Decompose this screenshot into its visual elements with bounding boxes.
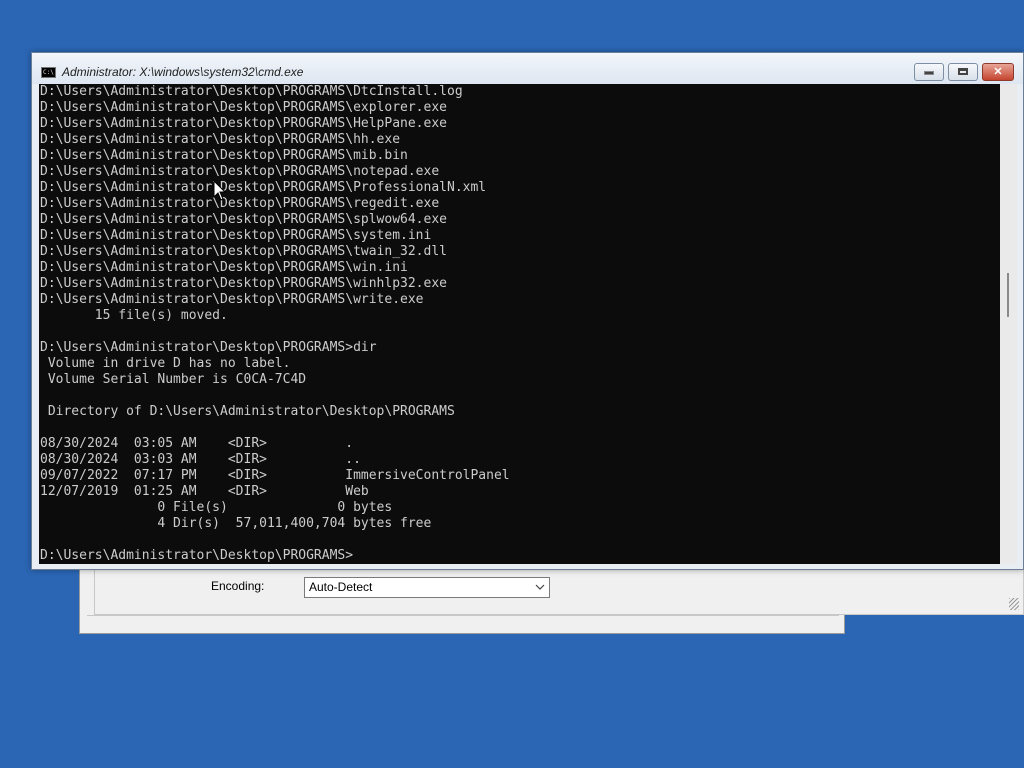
console-line: 4 Dir(s) 57,011,400,704 bytes free: [40, 516, 432, 531]
chevron-down-icon: [535, 578, 545, 604]
console-line: D:\Users\Administrator\Desktop\PROGRAMS\…: [40, 100, 447, 115]
minimize-button[interactable]: [914, 63, 944, 81]
console-line: 09/07/2022 07:17 PM <DIR> ImmersiveContr…: [40, 468, 510, 483]
resize-grip-icon[interactable]: [1009, 598, 1019, 610]
console-line: D:\Users\Administrator\Desktop\PROGRAMS>…: [40, 340, 377, 355]
console-line: D:\Users\Administrator\Desktop\PROGRAMS\…: [40, 148, 408, 163]
vertical-scrollbar[interactable]: [1000, 84, 1017, 564]
console-line: D:\Users\Administrator\Desktop\PROGRAMS\…: [40, 292, 424, 307]
console-line: Volume Serial Number is C0CA-7C4D: [40, 372, 307, 387]
close-button[interactable]: ✕: [982, 63, 1014, 81]
background-open-dialog: Encoding: Auto-Detect: [79, 566, 1024, 634]
scrollbar-thumb[interactable]: [1007, 273, 1009, 317]
console-line: Directory of D:\Users\Administrator\Desk…: [40, 404, 455, 419]
console-line: Volume in drive D has no label.: [40, 356, 291, 371]
cmd-window: C:\ Administrator: X:\windows\system32\c…: [31, 52, 1024, 570]
window-title: Administrator: X:\windows\system32\cmd.e…: [62, 65, 304, 79]
console-line: 15 file(s) moved.: [40, 308, 228, 323]
dialog-statusbar: [87, 615, 839, 629]
console-output[interactable]: D:\Users\Administrator\Desktop\PROGRAMS\…: [39, 84, 1000, 564]
console-line: D:\Users\Administrator\Desktop\PROGRAMS\…: [40, 244, 447, 259]
cmd-app-icon-label: C:\: [43, 69, 54, 76]
cmd-app-icon[interactable]: C:\: [41, 67, 56, 78]
encoding-value: Auto-Detect: [309, 580, 373, 594]
encoding-select[interactable]: Auto-Detect: [304, 577, 550, 598]
console-line: D:\Users\Administrator\Desktop\PROGRAMS\…: [40, 180, 487, 195]
mouse-pointer-icon: [213, 179, 227, 202]
console-line: D:\Users\Administrator\Desktop\PROGRAMS\…: [40, 212, 447, 227]
maximize-button[interactable]: [948, 63, 978, 81]
encoding-label: Encoding:: [211, 579, 265, 593]
maximize-icon: [958, 68, 968, 75]
minimize-icon: [924, 71, 934, 75]
dialog-options-panel: Encoding: Auto-Detect: [94, 567, 1024, 615]
console-line: 08/30/2024 03:03 AM <DIR> ..: [40, 452, 361, 467]
title-bar[interactable]: C:\ Administrator: X:\windows\system32\c…: [32, 53, 1023, 84]
console-line: D:\Users\Administrator\Desktop\PROGRAMS\…: [40, 260, 408, 275]
console-line: 0 File(s) 0 bytes: [40, 500, 393, 515]
console-line: 12/07/2019 01:25 AM <DIR> Web: [40, 484, 369, 499]
console-line: D:\Users\Administrator\Desktop\PROGRAMS\…: [40, 84, 463, 99]
console-line: 08/30/2024 03:05 AM <DIR> .: [40, 436, 354, 451]
console-line: D:\Users\Administrator\Desktop\PROGRAMS\…: [40, 196, 440, 211]
console-line: D:\Users\Administrator\Desktop\PROGRAMS\…: [40, 164, 440, 179]
console-lines: D:\Users\Administrator\Desktop\PROGRAMS\…: [39, 84, 1000, 564]
console-line: D:\Users\Administrator\Desktop\PROGRAMS\…: [40, 116, 447, 131]
console-line: D:\Users\Administrator\Desktop\PROGRAMS\…: [40, 276, 447, 291]
console-line: D:\Users\Administrator\Desktop\PROGRAMS>: [40, 548, 354, 563]
close-icon: ✕: [993, 66, 1003, 78]
console-line: D:\Users\Administrator\Desktop\PROGRAMS\…: [40, 228, 432, 243]
console-line: D:\Users\Administrator\Desktop\PROGRAMS\…: [40, 132, 401, 147]
